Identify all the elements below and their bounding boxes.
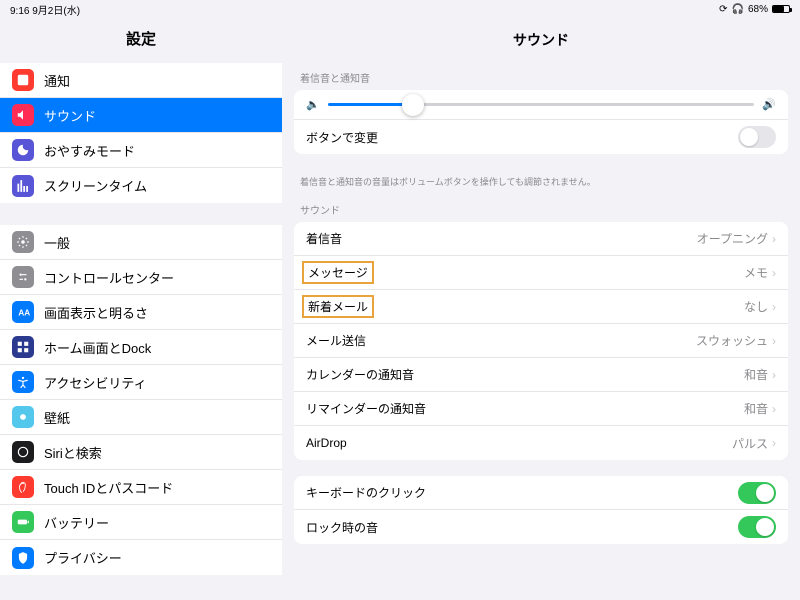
section-header-sounds: サウンド (282, 202, 800, 222)
sidebar-item-label: 一般 (44, 233, 70, 252)
sound-row-value: パルス› (732, 435, 776, 452)
change-with-buttons-toggle[interactable] (738, 126, 776, 148)
sound-row-label: 着信音 (306, 230, 342, 247)
toggle-row-label: ロック時の音 (306, 519, 378, 536)
sound-row-着信音[interactable]: 着信音 オープニング› (294, 222, 788, 256)
sound-row-value: スウォッシュ› (696, 332, 776, 349)
sidebar-item-コントロールセンター[interactable]: コントロールセンター (0, 260, 282, 295)
sidebar-item-label: Touch IDとパスコード (44, 478, 173, 497)
sound-row-value: オープニング› (697, 230, 776, 247)
sidebar-icon (12, 266, 34, 288)
sidebar-item-label: 壁紙 (44, 408, 70, 427)
sidebar-item-ホーム画面とDock[interactable]: ホーム画面とDock (0, 330, 282, 365)
section-header-ringer: 着信音と通知音 (282, 70, 800, 90)
sidebar-icon (12, 547, 34, 569)
volume-low-icon: 🔈 (306, 98, 320, 111)
sidebar-item-label: アクセシビリティ (44, 373, 147, 392)
sidebar-item-画面表示と明るさ[interactable]: AA 画面表示と明るさ (0, 295, 282, 330)
sidebar-item-一般[interactable]: 一般 (0, 225, 282, 260)
battery-icon (772, 5, 790, 13)
change-with-buttons-label: ボタンで変更 (306, 129, 378, 146)
orientation-lock-icon: ⟳ (719, 4, 727, 15)
toggle-switch[interactable] (738, 516, 776, 538)
sidebar-icon (12, 336, 34, 358)
sidebar-icon (12, 104, 34, 126)
sidebar-item-label: コントロールセンター (44, 268, 174, 287)
sound-row-label: メッセージ (302, 261, 374, 284)
volume-slider[interactable] (328, 103, 755, 106)
sidebar-item-label: 画面表示と明るさ (44, 303, 148, 322)
sidebar-icon (12, 441, 34, 463)
change-with-buttons-row[interactable]: ボタンで変更 (294, 120, 788, 154)
sidebar: 設定 通知サウンドおやすみモードスクリーンタイム 一般コントロールセンター AA 画… (0, 18, 282, 600)
sound-row-label: 新着メール (302, 295, 374, 318)
sidebar-item-label: スクリーンタイム (44, 176, 147, 195)
status-bar: 9:16 9月2日(水) ⟳ 🎧 68% (0, 0, 800, 18)
sidebar-icon (12, 69, 34, 91)
sound-row-カレンダーの通知音[interactable]: カレンダーの通知音 和音› (294, 358, 788, 392)
sound-row-リマインダーの通知音[interactable]: リマインダーの通知音 和音› (294, 392, 788, 426)
sidebar-item-バッテリー[interactable]: バッテリー (0, 505, 282, 540)
sidebar-title: 設定 (0, 18, 282, 63)
chevron-right-icon: › (772, 300, 776, 314)
toggle-switch[interactable] (738, 482, 776, 504)
sidebar-item-通知[interactable]: 通知 (0, 63, 282, 98)
sidebar-item-プライバシー[interactable]: プライバシー (0, 540, 282, 575)
sidebar-icon (12, 231, 34, 253)
sidebar-icon (12, 175, 34, 197)
sound-row-メール送信[interactable]: メール送信 スウォッシュ› (294, 324, 788, 358)
sound-row-value: 和音› (744, 400, 776, 417)
chevron-right-icon: › (772, 232, 776, 246)
sidebar-item-label: Siriと検索 (44, 443, 102, 462)
headphones-icon: 🎧 (732, 4, 744, 15)
sidebar-icon (12, 406, 34, 428)
sidebar-icon: AA (12, 301, 34, 323)
status-date: 9月2日(水) (32, 6, 80, 17)
sidebar-item-サウンド[interactable]: サウンド (0, 98, 282, 133)
sidebar-icon (12, 139, 34, 161)
sound-row-label: AirDrop (306, 436, 347, 450)
status-time: 9:16 (10, 6, 29, 17)
detail-panel: サウンド 着信音と通知音 🔈 🔊 ボタンで変更 着信音と通知音の音量はボリューム… (282, 18, 800, 600)
sidebar-item-label: プライバシー (44, 548, 122, 567)
sound-row-value: 和音› (744, 366, 776, 383)
sidebar-item-Siriと検索[interactable]: Siriと検索 (0, 435, 282, 470)
sound-row-label: カレンダーの通知音 (306, 366, 414, 383)
sidebar-item-label: ホーム画面とDock (44, 338, 151, 357)
toggle-row-label: キーボードのクリック (306, 484, 426, 501)
chevron-right-icon: › (772, 436, 776, 450)
sound-row-メッセージ[interactable]: メッセージ メモ› (294, 256, 788, 290)
sidebar-item-スクリーンタイム[interactable]: スクリーンタイム (0, 168, 282, 203)
sidebar-icon (12, 476, 34, 498)
section-footer-ringer: 着信音と通知音の音量はボリュームボタンを操作しても調節されません。 (282, 170, 800, 202)
sidebar-item-label: 通知 (44, 71, 70, 90)
sound-row-value: なし› (744, 298, 776, 315)
volume-high-icon: 🔊 (762, 98, 776, 111)
volume-slider-row[interactable]: 🔈 🔊 (294, 90, 788, 120)
svg-text:AA: AA (18, 309, 30, 318)
toggle-row-ロック時の音[interactable]: ロック時の音 (294, 510, 788, 544)
chevron-right-icon: › (772, 266, 776, 280)
sound-row-label: リマインダーの通知音 (306, 400, 426, 417)
sidebar-icon (12, 511, 34, 533)
sidebar-item-label: バッテリー (44, 513, 109, 532)
sidebar-item-おやすみモード[interactable]: おやすみモード (0, 133, 282, 168)
sidebar-item-label: おやすみモード (44, 141, 135, 160)
sound-row-label: メール送信 (306, 332, 366, 349)
sidebar-item-Touch IDとパスコード[interactable]: Touch IDとパスコード (0, 470, 282, 505)
sound-row-value: メモ› (744, 264, 776, 281)
chevron-right-icon: › (772, 368, 776, 382)
chevron-right-icon: › (772, 402, 776, 416)
sidebar-icon (12, 371, 34, 393)
sidebar-item-アクセシビリティ[interactable]: アクセシビリティ (0, 365, 282, 400)
battery-percent: 68% (748, 4, 768, 15)
sound-row-新着メール[interactable]: 新着メール なし› (294, 290, 788, 324)
chevron-right-icon: › (772, 334, 776, 348)
sidebar-item-壁紙[interactable]: 壁紙 (0, 400, 282, 435)
sidebar-item-label: サウンド (44, 106, 96, 125)
toggle-row-キーボードのクリック[interactable]: キーボードのクリック (294, 476, 788, 510)
sound-row-AirDrop[interactable]: AirDrop パルス› (294, 426, 788, 460)
detail-title: サウンド (282, 18, 800, 70)
